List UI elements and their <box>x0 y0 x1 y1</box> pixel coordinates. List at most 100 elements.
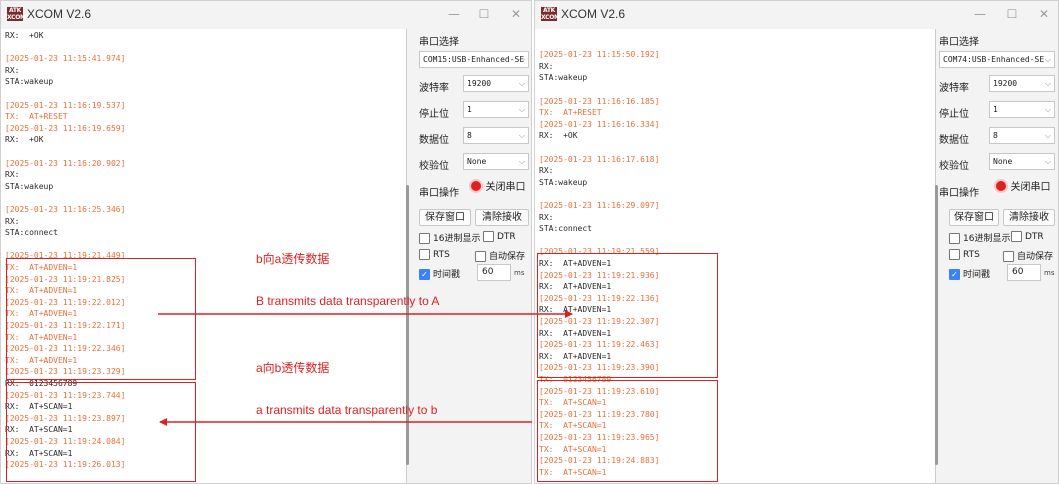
chevron-down-icon: ⌵ <box>518 157 525 166</box>
timestamp-interval-input[interactable]: 60 <box>477 264 511 281</box>
rts-checkbox[interactable]: RTS <box>419 249 450 260</box>
maximize-icon[interactable]: ☐ <box>471 5 497 23</box>
chevron-down-icon: ⌵ <box>1044 79 1051 88</box>
databits-select[interactable]: 8 ⌵ <box>463 127 529 144</box>
save-window-button[interactable]: 保存窗口 <box>419 209 471 226</box>
maximize-icon[interactable]: ☐ <box>999 5 1025 23</box>
terminal-line: [2025-01-23 11:15:41.974] <box>5 54 126 64</box>
timestamp-checkbox[interactable]: ✓ 时间戳 <box>949 267 990 280</box>
terminal-line: STA:connect <box>539 224 592 234</box>
terminal-line: [2025-01-23 11:16:17.618] <box>539 154 660 164</box>
baud-label: 波特率 <box>419 83 449 94</box>
dtr-checkbox[interactable]: DTR <box>483 231 516 242</box>
terminal-line: [2025-01-23 11:16:29.097] <box>539 201 660 210</box>
terminal-line: TX: AT+RESET <box>5 112 68 122</box>
port-select[interactable]: COM74:USB-Enhanced-SE ⌵ <box>939 51 1055 68</box>
port-select[interactable]: COM15:USB-Enhanced-SE ⌵ <box>419 51 529 68</box>
baud-label: 波特率 <box>939 83 969 94</box>
parity-label: 校验位 <box>939 161 969 172</box>
timestamp-unit: ms <box>514 269 525 277</box>
stopbits-label: 停止位 <box>419 109 449 120</box>
stopbits-select[interactable]: 1 ⌵ <box>989 101 1055 118</box>
port-op-label: 串口操作 <box>939 188 979 199</box>
stopbits-label: 停止位 <box>939 109 969 120</box>
timestamp-checkbox[interactable]: ✓ 时间戳 <box>419 267 460 280</box>
port-status-icon <box>993 179 1008 193</box>
timestamp-unit: ms <box>1044 269 1055 277</box>
chevron-down-icon: ⌵ <box>518 55 525 64</box>
terminal-line: [2025-01-23 11:15:50.192] <box>539 50 660 60</box>
panel-scrollbar[interactable] <box>935 185 938 465</box>
terminal-line: [2025-01-23 11:16:19.537] <box>5 100 126 110</box>
terminal-line: [2025-01-23 11:16:19.659] <box>5 123 126 133</box>
right-scan-highlight-box <box>537 380 718 482</box>
terminal-line: STA:wakeup <box>539 73 588 83</box>
hex-display-checkbox[interactable]: 16进制显示 <box>949 231 1010 244</box>
terminal-line: RX: +OK <box>5 31 44 40</box>
auto-save-checkbox[interactable]: 自动保存 <box>475 249 525 262</box>
terminal-line: RX: <box>5 65 20 75</box>
databits-select[interactable]: 8 ⌵ <box>989 127 1055 144</box>
annotation-b-to-a-en: B transmits data transparently to A <box>256 294 440 308</box>
auto-save-checkbox[interactable]: 自动保存 <box>1003 249 1053 262</box>
terminal-line: RX: +OK <box>539 131 578 141</box>
chevron-down-icon: ⌵ <box>518 105 525 114</box>
panel-scrollbar[interactable] <box>406 185 409 465</box>
minimize-icon[interactable]: — <box>441 5 467 23</box>
close-port-button[interactable]: 关闭串口 <box>465 179 529 197</box>
chevron-down-icon: ⌵ <box>1044 131 1051 140</box>
terminal-line: RX: <box>5 170 20 180</box>
close-icon[interactable]: ✕ <box>1031 5 1057 23</box>
chevron-down-icon: ⌵ <box>1044 157 1051 166</box>
databits-label: 数据位 <box>939 135 969 146</box>
terminal-line: RX: <box>539 212 554 222</box>
minimize-icon[interactable]: — <box>967 5 993 23</box>
annotation-a-to-b-en: a transmits data transparently to b <box>256 403 438 417</box>
rts-checkbox[interactable]: RTS <box>949 249 980 260</box>
baud-select[interactable]: 19200 ⌵ <box>989 75 1055 92</box>
right-adven-highlight-box <box>537 253 718 378</box>
baud-select[interactable]: 19200 ⌵ <box>463 75 529 92</box>
port-op-label: 串口操作 <box>419 188 459 199</box>
hex-display-checkbox[interactable]: 16进制显示 <box>419 231 480 244</box>
title-bar: ATK XCOM XCOM V2.6 — ☐ ✕ <box>1 1 531 27</box>
terminal-line: [2025-01-23 11:16:25.346] <box>5 205 126 214</box>
left-adven-highlight-box <box>6 258 196 380</box>
terminal-line: TX: AT+RESET <box>539 108 602 118</box>
port-status-icon <box>468 179 483 193</box>
parity-label: 校验位 <box>419 161 449 172</box>
timestamp-interval-input[interactable]: 60 <box>1007 264 1041 281</box>
clear-receive-button[interactable]: 清除接收 <box>1003 209 1055 226</box>
chevron-down-icon: ⌵ <box>1044 55 1051 64</box>
annotation-b-to-a-cn: b向a透传数据 <box>256 252 330 266</box>
terminal-line: STA:wakeup <box>5 77 54 87</box>
chevron-down-icon: ⌵ <box>518 131 525 140</box>
stopbits-select[interactable]: 1 ⌵ <box>463 101 529 118</box>
terminal-line: STA:wakeup <box>539 177 588 187</box>
xcom-app-icon: ATK XCOM <box>7 7 26 21</box>
chevron-down-icon: ⌵ <box>1044 105 1051 114</box>
window-title: XCOM V2.6 <box>561 7 626 21</box>
left-scan-highlight-box <box>6 382 196 482</box>
close-port-button[interactable]: 关闭串口 <box>989 179 1055 197</box>
terminal-line: [2025-01-23 11:16:16.185] <box>539 96 660 106</box>
terminal-line: RX: <box>5 216 20 226</box>
clear-receive-button[interactable]: 清除接收 <box>475 209 529 226</box>
terminal-line: RX: <box>539 61 554 71</box>
terminal-line: [2025-01-23 11:16:16.334] <box>539 119 660 129</box>
window-title: XCOM V2.6 <box>27 7 92 21</box>
annotation-a-to-b-cn: a向b透传数据 <box>256 361 330 375</box>
close-icon[interactable]: ✕ <box>503 5 529 23</box>
xcom-app-icon: ATK XCOM <box>541 7 560 21</box>
parity-select[interactable]: None ⌵ <box>463 153 529 170</box>
dtr-checkbox[interactable]: DTR <box>1011 231 1044 242</box>
terminal-line: [2025-01-23 11:16:20.902] <box>5 158 126 168</box>
settings-panel: 串口选择 COM74:USB-Enhanced-SE ⌵ 波特率 19200 ⌵ 停… <box>935 29 1057 483</box>
terminal-line: STA:connect <box>5 228 58 238</box>
parity-select[interactable]: None ⌵ <box>989 153 1055 170</box>
terminal-line: RX: <box>539 166 554 176</box>
chevron-down-icon: ⌵ <box>518 79 525 88</box>
port-select-label: 串口选择 <box>419 37 459 48</box>
title-bar: ATK XCOM XCOM V2.6 — ☐ ✕ <box>535 1 1058 27</box>
save-window-button[interactable]: 保存窗口 <box>949 209 999 226</box>
